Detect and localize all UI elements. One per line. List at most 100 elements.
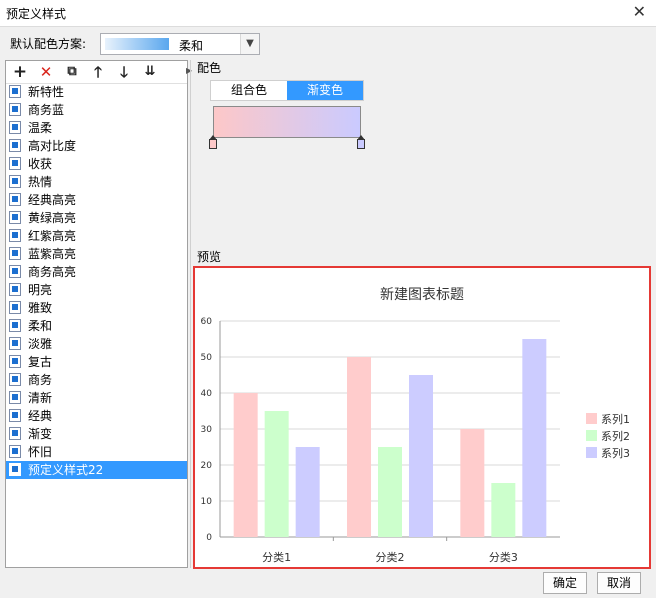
list-item[interactable]: 热情	[6, 173, 187, 191]
list-item[interactable]: 温柔	[6, 119, 187, 137]
list-item-label: 复古	[28, 355, 53, 369]
add-icon[interactable]: +	[10, 62, 30, 82]
list-item-label: 经典高亮	[28, 193, 77, 207]
list-item-label: 热情	[28, 175, 53, 189]
chart-style-icon	[9, 319, 21, 332]
list-item[interactable]: 高对比度	[6, 137, 187, 155]
gradient-stop-start[interactable]	[209, 135, 217, 149]
y-tick-label: 40	[201, 389, 213, 399]
gradient-stop-end[interactable]	[357, 135, 365, 149]
panel-separator[interactable]	[190, 60, 191, 568]
move-down-icon[interactable]: 🡓	[114, 62, 134, 82]
chart-style-icon	[9, 463, 21, 476]
chart-style-icon	[9, 121, 21, 134]
list-item[interactable]: 蓝紫高亮	[6, 245, 187, 263]
style-toolbar: + ✕ ⧉ 🡑 🡓 ⇊	[6, 61, 187, 84]
list-item-label: 红紫高亮	[28, 229, 77, 243]
list-item[interactable]: 柔和	[6, 317, 187, 335]
list-item-label: 商务	[28, 373, 53, 387]
bar	[347, 357, 371, 537]
list-item[interactable]: 红紫高亮	[6, 227, 187, 245]
chart-style-icon	[9, 193, 21, 206]
y-tick-label: 20	[201, 461, 213, 471]
list-item[interactable]: 黄绿高亮	[6, 209, 187, 227]
list-item-label: 淡雅	[28, 337, 53, 351]
list-item[interactable]: 复古	[6, 353, 187, 371]
list-item-label: 高对比度	[28, 139, 77, 153]
gradient-bar[interactable]	[213, 106, 361, 138]
title-bar: 预定义样式 ✕	[0, 0, 656, 27]
legend-label: 系列2	[601, 429, 630, 443]
bar	[491, 483, 516, 537]
list-item[interactable]: 雅致	[6, 299, 187, 317]
y-tick-label: 50	[201, 353, 213, 363]
list-item-label: 黄绿高亮	[28, 211, 77, 225]
list-item[interactable]: 渐变	[6, 425, 187, 443]
list-item-label: 蓝紫高亮	[28, 247, 77, 261]
default-scheme-label: 默认配色方案:	[10, 37, 87, 51]
tab-gradient-color[interactable]: 渐变色	[287, 81, 363, 100]
y-tick-label: 60	[201, 317, 213, 327]
list-item-label: 温柔	[28, 121, 53, 135]
ok-button[interactable]: 确定	[543, 572, 587, 594]
legend-label: 系列1	[601, 412, 630, 426]
list-item[interactable]: 怀旧	[6, 443, 187, 461]
chart-style-icon	[9, 355, 21, 368]
bar	[460, 429, 485, 537]
scheme-selected-value: 柔和	[179, 39, 204, 53]
list-item[interactable]: 清新	[6, 389, 187, 407]
list-item[interactable]: 新特性	[6, 83, 187, 101]
close-icon[interactable]: ✕	[633, 2, 646, 21]
chart-style-icon	[9, 229, 21, 242]
chart-style-icon	[9, 445, 21, 458]
list-item[interactable]: 预定义样式22	[6, 461, 187, 479]
copy-icon[interactable]: ⧉	[62, 62, 82, 82]
chart-style-icon	[9, 409, 21, 422]
cancel-button[interactable]: 取消	[597, 572, 641, 594]
delete-icon[interactable]: ✕	[36, 62, 56, 82]
chart-style-icon	[9, 247, 21, 260]
list-item[interactable]: 商务高亮	[6, 263, 187, 281]
bar	[409, 375, 433, 537]
y-tick-label: 30	[201, 425, 213, 435]
bar	[233, 393, 258, 537]
scheme-gradient-swatch	[105, 38, 169, 50]
list-item-label: 商务高亮	[28, 265, 77, 279]
x-tick-label: 分类1	[262, 550, 291, 564]
list-item[interactable]: 收获	[6, 155, 187, 173]
tab-combination-color[interactable]: 组合色	[211, 81, 287, 100]
list-item-label: 渐变	[28, 427, 53, 441]
chevron-down-icon[interactable]: ▼	[240, 34, 259, 54]
legend-swatch	[586, 447, 597, 458]
bar	[264, 411, 289, 537]
color-section-label: 配色	[197, 61, 222, 75]
window-title: 预定义样式	[6, 7, 67, 21]
chart-preview: 新建图表标题 0 10 20 30 40 50 60 分类1 分类2 分类3 系列1 系列2 系列3	[193, 266, 651, 569]
chart-style-icon	[9, 337, 21, 350]
list-item-label: 怀旧	[28, 445, 53, 459]
list-item-label: 经典	[28, 409, 53, 423]
list-item[interactable]: 经典	[6, 407, 187, 425]
sort-icon[interactable]: ⇊	[140, 62, 160, 82]
list-item[interactable]: 商务	[6, 371, 187, 389]
list-item-label: 预定义样式22	[28, 463, 104, 477]
x-tick-label: 分类2	[376, 550, 405, 564]
chart-style-icon	[9, 301, 21, 314]
chart-style-icon	[9, 283, 21, 296]
list-item[interactable]: 商务蓝	[6, 101, 187, 119]
chart-style-icon	[9, 157, 21, 170]
list-item-label: 商务蓝	[28, 103, 65, 117]
chart-style-icon	[9, 391, 21, 404]
legend-label: 系列3	[601, 446, 630, 460]
move-up-icon[interactable]: 🡑	[88, 62, 108, 82]
bar	[295, 447, 320, 537]
list-item-label: 柔和	[28, 319, 53, 333]
list-item[interactable]: 淡雅	[6, 335, 187, 353]
list-item[interactable]: 经典高亮	[6, 191, 187, 209]
style-list: 新特性商务蓝温柔高对比度收获热情经典高亮黄绿高亮红紫高亮蓝紫高亮商务高亮明亮 雅致…	[6, 83, 187, 567]
bar	[522, 339, 547, 537]
list-item-label: 新特性	[28, 85, 65, 99]
default-scheme-dropdown[interactable]: 柔和 ▼	[100, 33, 260, 55]
list-item[interactable]: 明亮	[6, 281, 187, 299]
x-tick-label: 分类3	[489, 550, 518, 564]
